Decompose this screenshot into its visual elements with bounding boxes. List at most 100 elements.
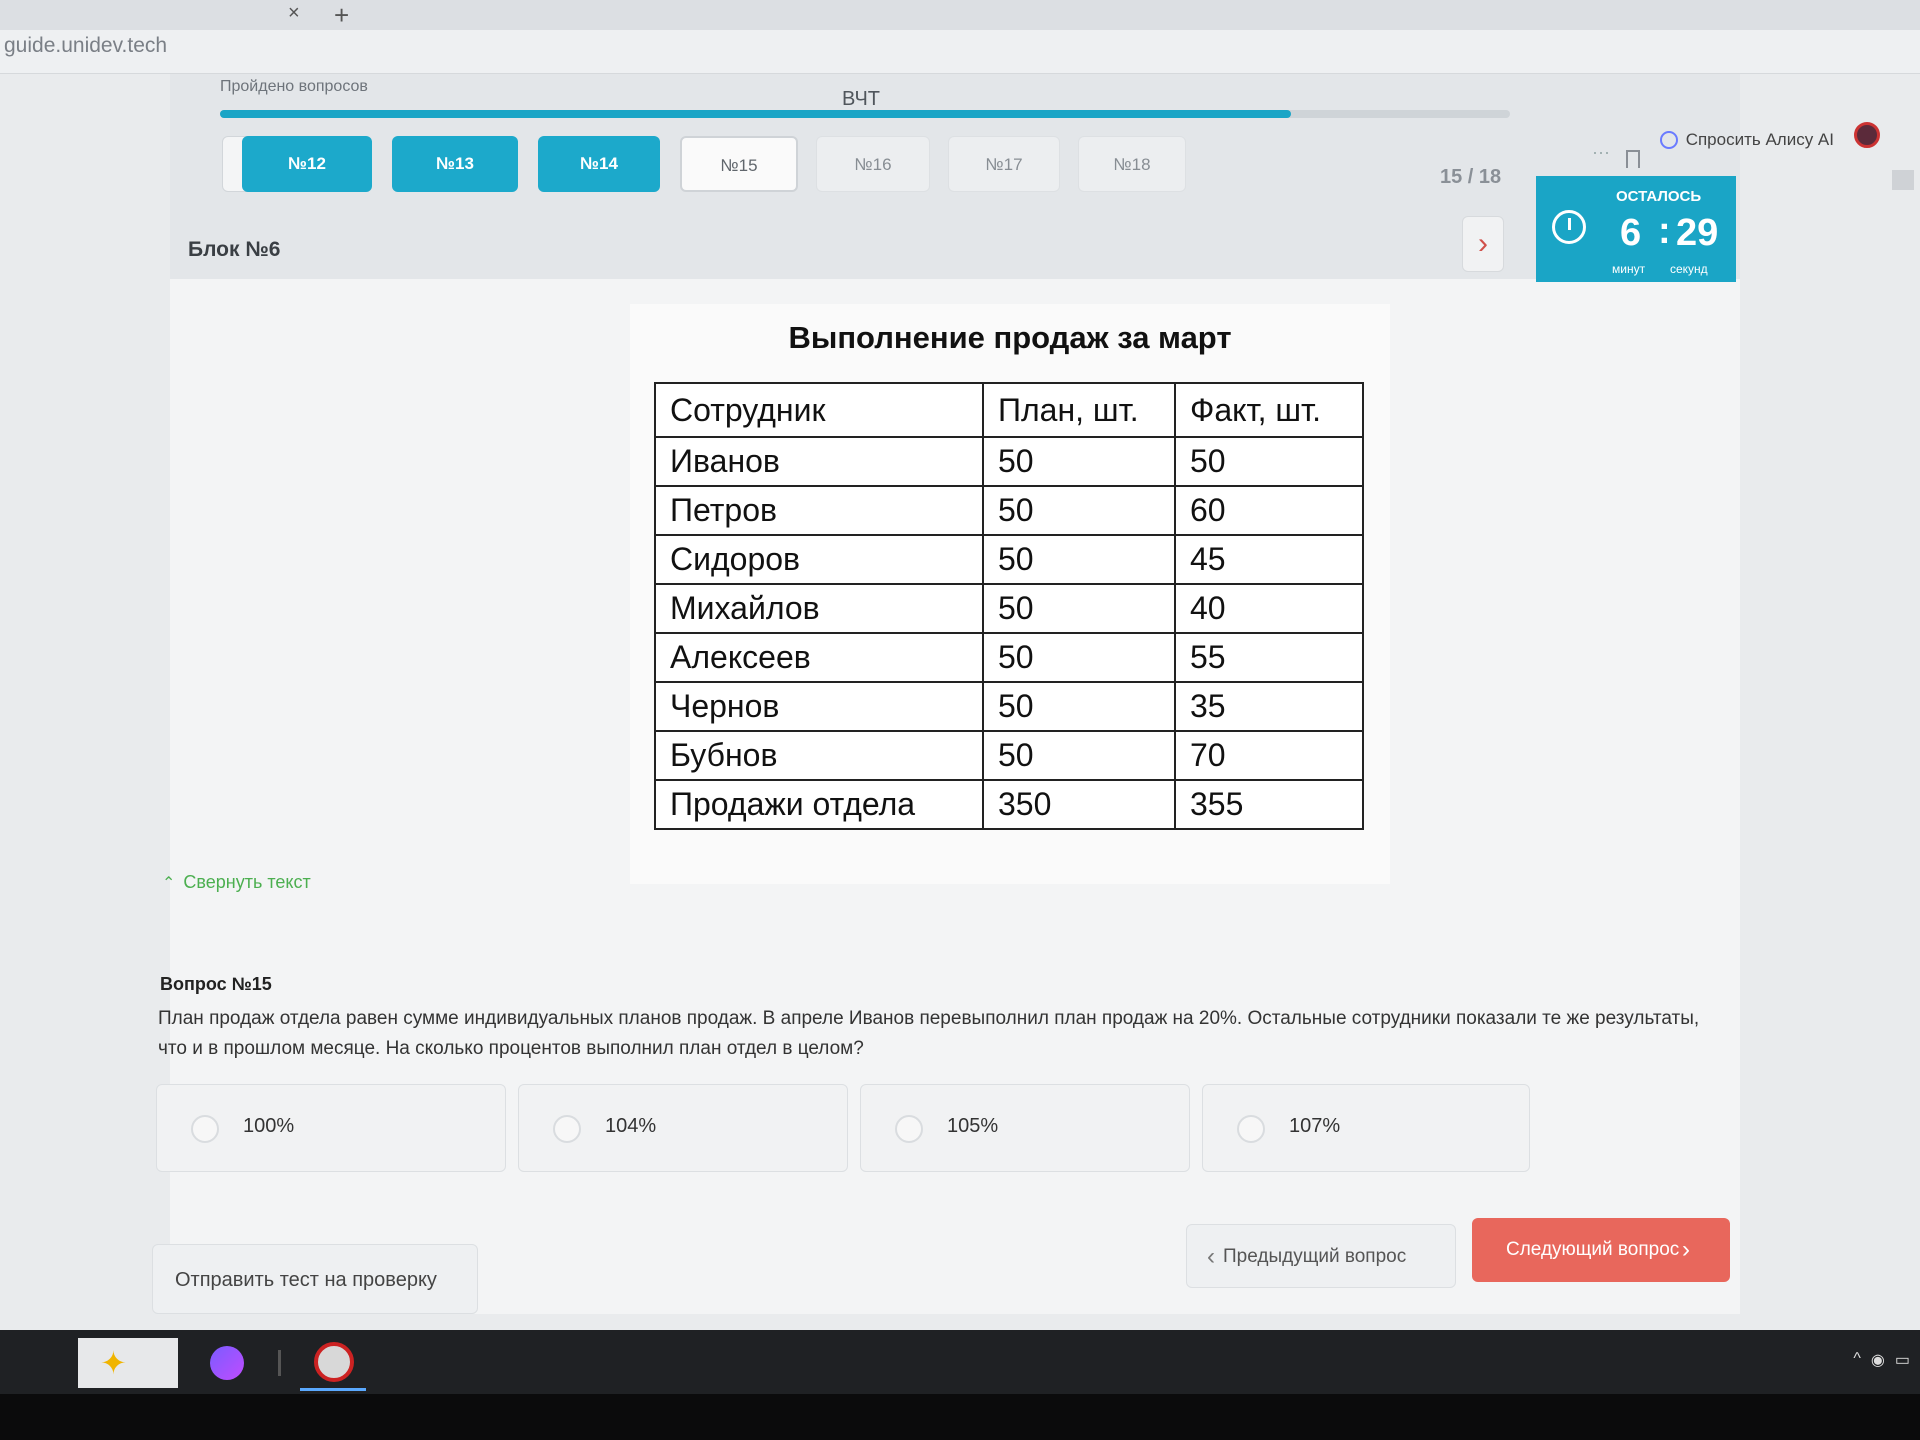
table-row: Сидоров 50 45 [654,534,1364,585]
table-total-row: Продажи отдела 350 355 [654,779,1364,830]
collapse-text-link[interactable]: ⌃ Свернуть текст [162,872,311,893]
question-button-12[interactable]: №12 [242,136,372,192]
plan-cell: 50 [982,681,1176,732]
alice-icon [1659,131,1678,149]
previous-question-label: Предыдущий вопрос [1223,1246,1407,1267]
answer-label: 107% [1289,1115,1341,1137]
answer-option-3[interactable]: 105% [860,1084,1190,1172]
more-icon[interactable]: ··· [1592,142,1610,163]
question-button-16[interactable]: №16 [816,136,930,192]
extension-icon[interactable] [1892,170,1914,190]
fact-cell: 50 [1174,436,1364,487]
column-header-plan: План, шт. [982,382,1176,438]
progress-count: 15 / 18 [1440,166,1502,188]
employee-cell: Алексеев [654,632,984,683]
block-title: Блок №6 [188,238,281,261]
question-button-15[interactable]: №15 [680,136,798,192]
employee-cell: Иванов [654,436,984,487]
fact-cell: 35 [1174,681,1364,732]
active-app-indicator [300,1388,366,1391]
table-row: Петров 50 60 [654,485,1364,536]
stopwatch-icon [1552,210,1586,244]
radio-button[interactable] [191,1115,219,1143]
answer-option-4[interactable]: 107% [1202,1084,1530,1172]
alice-taskbar-icon[interactable] [210,1346,244,1380]
table-row: Чернов 50 35 [654,681,1364,732]
progress-bar-fill [220,110,1291,118]
sales-table: Сотрудник План, шт. Факт, шт. Иванов 50 … [654,382,1364,830]
submit-test-button[interactable]: Отправить тест на проверку [152,1244,478,1314]
plan-cell: 50 [982,534,1176,585]
system-tray: ^ ◉ ▭ [1853,1350,1910,1370]
answer-option-1[interactable]: 100% [156,1084,506,1172]
employee-cell: Бубнов [654,730,984,781]
question-button-13[interactable]: №13 [392,136,518,192]
plan-cell: 50 [982,730,1176,781]
fact-cell: 70 [1174,730,1364,781]
question-text: План продаж отдела равен сумме индивидуа… [158,1008,1700,1059]
column-header-fact: Факт, шт. [1174,382,1364,438]
network-icon[interactable]: ◉ [1871,1350,1885,1370]
answer-label: 105% [947,1115,999,1137]
bookmark-icon[interactable] [1626,150,1640,168]
sparkle-icon: ✦ [100,1345,127,1381]
collapse-text-label: Свернуть текст [183,872,311,892]
timer-label: ОСТАЛОСЬ [1616,188,1702,205]
ask-alice-button[interactable]: Спросить Алису AI [1659,130,1834,150]
question-button-14[interactable]: №14 [538,136,660,192]
sparkle-widget[interactable]: ✦ [78,1338,178,1388]
browser-taskbar-icon[interactable] [314,1342,354,1382]
os-taskbar: ✦ ^ ◉ ▭ [0,1330,1920,1394]
question-button-18[interactable]: №18 [1078,136,1186,192]
total-fact-cell: 355 [1174,779,1364,830]
profile-avatar[interactable] [1854,122,1880,148]
test-title: ВЧТ [842,88,880,110]
timer-seconds-label: секунд [1670,262,1708,276]
chevron-left-icon: ‹ [1207,1243,1215,1270]
question-title: Вопрос №15 [160,974,272,994]
radio-button[interactable] [1237,1115,1265,1143]
radio-button[interactable] [895,1115,923,1143]
plan-cell: 50 [982,583,1176,634]
next-question-button[interactable]: Следующий вопрос › [1472,1218,1730,1282]
countdown-timer: ОСТАЛОСЬ 6 : 29 минут секунд [1536,176,1736,282]
table-row: Иванов 50 50 [654,436,1364,487]
plan-cell: 50 [982,485,1176,536]
bezel [0,1394,1920,1440]
url-text[interactable]: guide.unidev.tech [4,34,167,58]
previous-question-button[interactable]: ‹ Предыдущий вопрос [1186,1224,1456,1288]
answer-label: 104% [605,1115,657,1137]
timer-minutes-label: минут [1612,262,1646,276]
answer-label: 100% [243,1115,295,1137]
test-page: Пройдено вопросов ВЧТ 15 / 18 ‹ №12 №13 … [152,74,1740,1314]
sales-figure: Выполнение продаж за март Сотрудник План… [630,304,1390,884]
timer-separator: : [1658,210,1671,252]
radio-button[interactable] [553,1115,581,1143]
fact-cell: 45 [1174,534,1364,585]
column-header-employee: Сотрудник [654,382,984,438]
fact-cell: 55 [1174,632,1364,683]
address-bar[interactable]: guide.unidev.tech [0,30,1920,74]
table-row: Алексеев 50 55 [654,632,1364,683]
progress-label: Пройдено вопросов [220,78,368,95]
tab-close-icon[interactable]: × [288,2,300,25]
screen: × + guide.unidev.tech Пройдено вопросов … [0,0,1920,1440]
browser-tabstrip: × + [0,0,1920,30]
total-label-cell: Продажи отдела [654,779,984,830]
table-header-row: Сотрудник План, шт. Факт, шт. [654,382,1364,438]
table-row: Бубнов 50 70 [654,730,1364,781]
timer-seconds: 29 [1676,212,1719,254]
question-button-17[interactable]: №17 [948,136,1060,192]
timer-minutes: 6 [1620,212,1642,254]
chevron-up-icon[interactable]: ^ [1853,1350,1861,1370]
employee-cell: Михайлов [654,583,984,634]
display-icon[interactable]: ▭ [1895,1350,1910,1370]
total-plan-cell: 350 [982,779,1176,830]
progress-bar [220,110,1510,118]
fact-cell: 40 [1174,583,1364,634]
double-chevron-up-icon: ⌃ [162,874,176,892]
new-tab-icon[interactable]: + [334,0,349,31]
answer-option-2[interactable]: 104% [518,1084,848,1172]
employee-cell: Чернов [654,681,984,732]
questions-next-button[interactable]: › [1462,216,1504,272]
